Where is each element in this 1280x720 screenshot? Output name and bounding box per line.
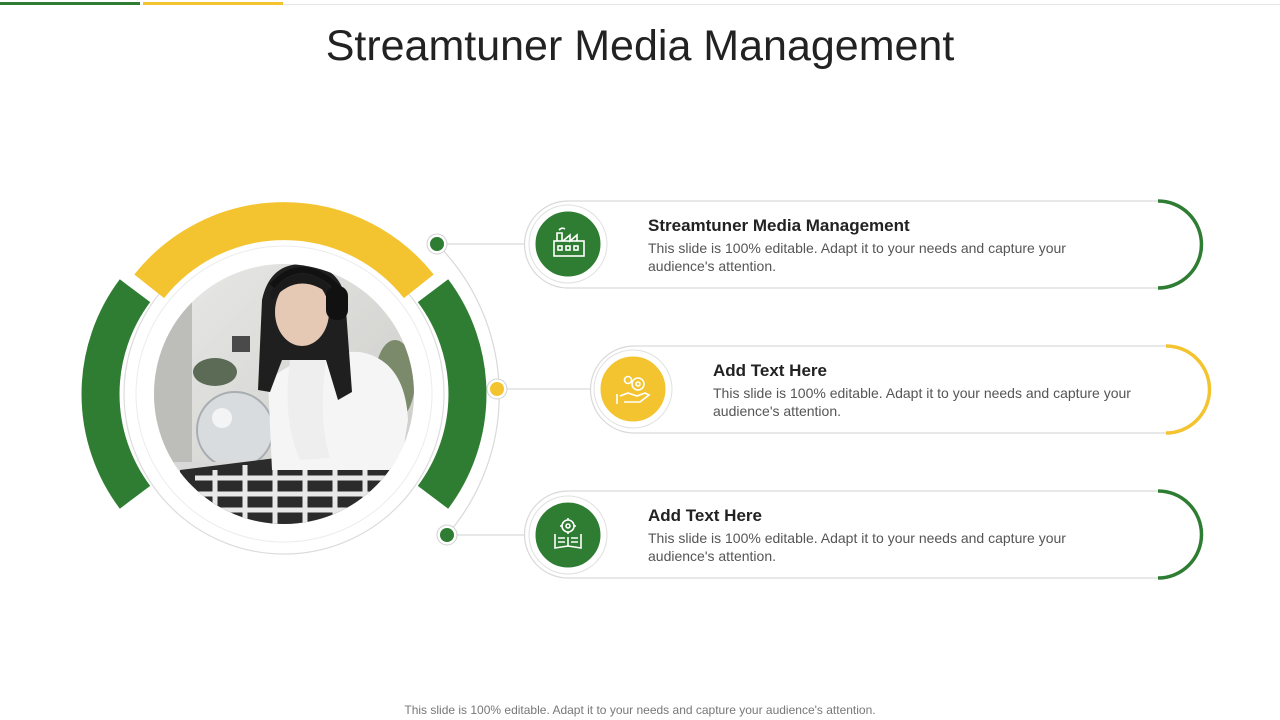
card-2-body: This slide is 100% editable. Adapt it to… (713, 385, 1131, 419)
card-3-text: Add Text Here This slide is 100% editabl… (648, 506, 1118, 565)
connector-dot-2 (490, 382, 504, 396)
footer-note: This slide is 100% editable. Adapt it to… (404, 703, 876, 717)
card-3-heading: Add Text Here (648, 506, 762, 525)
card-2-heading: Add Text Here (713, 361, 827, 380)
connector-dot-3 (440, 528, 454, 542)
card-1-body: This slide is 100% editable. Adapt it to… (648, 240, 1066, 274)
card-2-text: Add Text Here This slide is 100% editabl… (713, 361, 1183, 420)
arc-left-green (81, 279, 151, 509)
card-2-icon-badge (597, 353, 669, 425)
connector-dot-1 (430, 237, 444, 251)
card-1-heading: Streamtuner Media Management (648, 216, 910, 235)
card-1-text: Streamtuner Media Management This slide … (648, 216, 1118, 275)
card-3-icon-badge (532, 499, 604, 571)
arc-right-green (417, 279, 487, 509)
diagram-canvas (81, 199, 1212, 580)
card-3-body: This slide is 100% editable. Adapt it to… (648, 530, 1066, 564)
card-1-icon-badge (532, 208, 604, 280)
